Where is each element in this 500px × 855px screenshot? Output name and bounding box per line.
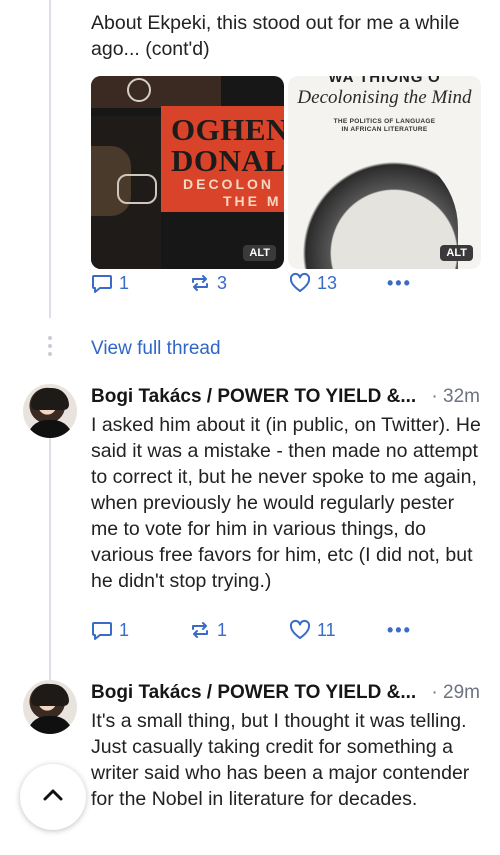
favorite-count: 11 — [317, 619, 336, 640]
thread-line — [49, 0, 51, 318]
post-text: It's a small thing, but I thought it was… — [91, 710, 470, 810]
reply-count: 1 — [119, 619, 130, 640]
post-header: Bogi Takács / POWER TO YIELD &... · 29m — [91, 682, 480, 704]
avatar[interactable] — [23, 680, 77, 734]
boost-icon — [189, 272, 211, 294]
reply-button[interactable]: 1 — [91, 619, 129, 641]
cover-art — [91, 76, 221, 108]
boost-button[interactable]: 1 — [189, 619, 227, 641]
author-name[interactable]: Bogi Takács / POWER TO YIELD &... — [91, 682, 416, 704]
favorite-count: 13 — [317, 272, 338, 293]
favorite-button[interactable]: 11 — [289, 619, 336, 641]
heart-icon — [289, 619, 311, 641]
cover-art — [298, 148, 458, 269]
reply-icon — [91, 272, 113, 294]
reply-count: 1 — [119, 272, 130, 293]
cover-figure — [91, 116, 161, 269]
thread-gap-dots — [47, 336, 53, 360]
boost-icon — [189, 619, 211, 641]
chevron-up-icon — [42, 788, 64, 807]
post-text: About Ekpeki, this stood out for me a wh… — [91, 12, 460, 60]
thread-line — [49, 432, 51, 682]
view-full-thread-link[interactable]: View full thread — [91, 338, 221, 360]
avatar[interactable] — [23, 384, 77, 438]
alt-badge[interactable]: ALT — [243, 245, 276, 261]
author-name[interactable]: Bogi Takács / POWER TO YIELD &... — [91, 386, 416, 408]
post-header: Bogi Takács / POWER TO YIELD &... · 32m — [91, 386, 480, 408]
alt-badge[interactable]: ALT — [440, 245, 473, 261]
cover-author: OGHENEC DONALD — [171, 112, 284, 178]
cover-title: Decolonising the Mind — [297, 87, 472, 108]
heart-icon — [289, 272, 311, 294]
more-button[interactable]: ••• — [387, 620, 412, 641]
favorite-button[interactable]: 13 — [289, 272, 337, 294]
boost-count: 3 — [217, 272, 228, 293]
post-timestamp[interactable]: · 32m — [431, 386, 480, 408]
media-image[interactable]: OGHENEC DONALD DECOLON THE M ALT — [91, 76, 284, 269]
scroll-to-top-button[interactable] — [20, 764, 86, 830]
boost-button[interactable]: 3 — [189, 272, 227, 294]
cover-subtitle: THE POLITICS OF LANGUAGE IN AFRICAN LITE… — [333, 118, 436, 133]
more-button[interactable]: ••• — [387, 273, 412, 294]
media-gallery: OGHENEC DONALD DECOLON THE M ALT WA THIO… — [91, 76, 481, 269]
reply-button[interactable]: 1 — [91, 272, 129, 294]
post-text: I asked him about it (in public, on Twit… — [91, 414, 481, 592]
cover-subtitle: DECOLON THE M — [183, 176, 282, 209]
reply-icon — [91, 619, 113, 641]
media-image[interactable]: WA THIONG'O Decolonising the Mind THE PO… — [288, 76, 481, 269]
boost-count: 1 — [217, 619, 228, 640]
post-timestamp[interactable]: · 29m — [431, 682, 480, 704]
cover-author: WA THIONG'O — [328, 76, 441, 86]
